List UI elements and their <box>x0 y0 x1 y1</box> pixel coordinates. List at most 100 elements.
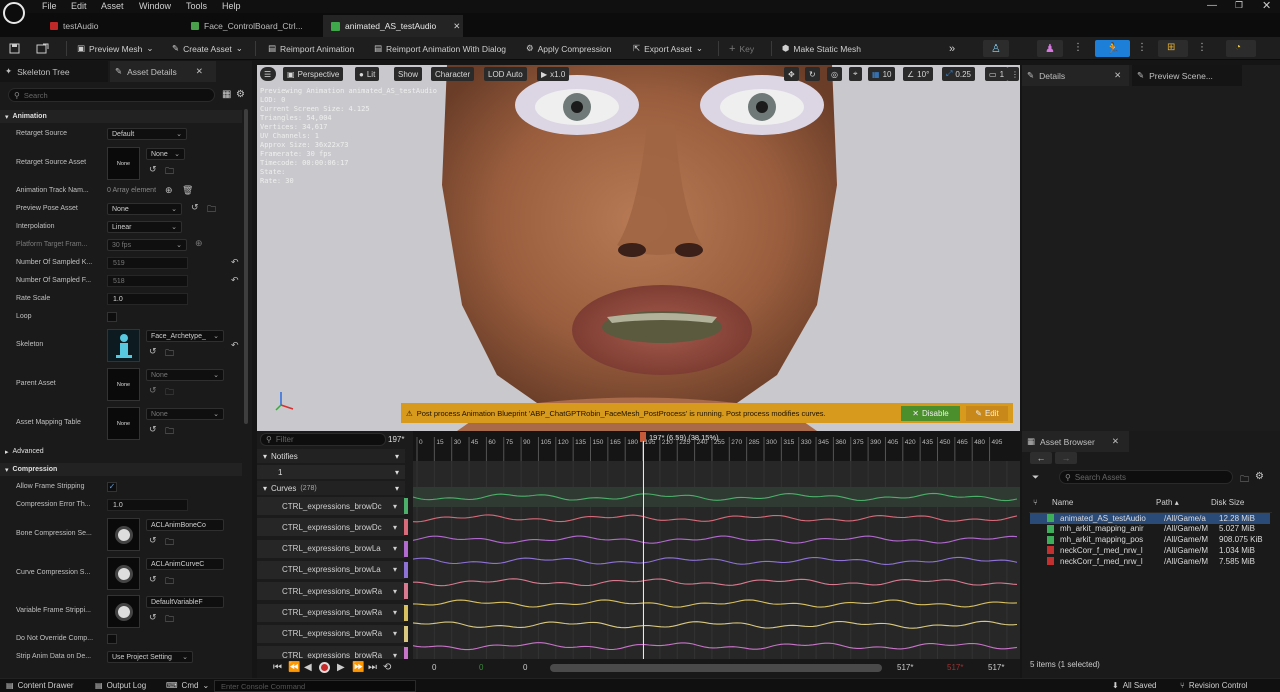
use-selected-icon[interactable]: ↺ <box>149 385 157 396</box>
browse-asset-icon[interactable] <box>36 41 49 56</box>
perspective-button[interactable]: ▣ Perspective <box>283 67 344 81</box>
character-button[interactable]: Character <box>431 67 475 81</box>
browse-icon[interactable]: 🗀 <box>165 612 174 628</box>
curve-track-row[interactable]: CTRL_expressions_browLa ▾ <box>257 560 405 579</box>
minimize-icon[interactable]: — <box>1207 0 1217 11</box>
parent-asset-dropdown[interactable]: None ⌄ <box>146 369 224 381</box>
asset-search-input[interactable]: ⚲ Search Assets <box>1059 470 1233 484</box>
export-asset-button[interactable]: ⇱ Export Asset ⌄ <box>633 41 703 56</box>
dropdown-arrow-icon[interactable]: ▾ <box>393 544 397 553</box>
unreal-logo-icon[interactable] <box>3 2 25 24</box>
content-drawer-button[interactable]: ▤ Content Drawer <box>6 681 74 690</box>
curve-track-row[interactable]: CTRL_expressions_browDc ▾ <box>257 497 405 515</box>
dropdown-arrow-icon[interactable]: ▾ <box>393 523 397 532</box>
use-selected-icon[interactable]: ↺ <box>149 574 157 585</box>
use-selected-icon[interactable]: ↺ <box>149 164 157 175</box>
save-icon[interactable] <box>9 41 20 56</box>
curve-track-row[interactable]: CTRL_expressions_browRa ▾ <box>257 582 405 601</box>
tab-asset-browser[interactable]: ▦ Asset Browser ✕ <box>1022 431 1129 452</box>
asset-row[interactable]: neckCorr_f_med_nrw_l/All/Game/M 7.585 MiB <box>1030 556 1270 567</box>
asset-row[interactable]: animated_AS_testAudio/All/Game/a 12.28 Mi… <box>1030 513 1270 524</box>
show-button[interactable]: Show <box>394 67 423 81</box>
column-name[interactable]: Name <box>1052 498 1073 507</box>
record-icon[interactable] <box>319 662 330 673</box>
skip-to-end-icon[interactable]: ⏭ <box>368 662 377 673</box>
console-input[interactable]: Enter Console Command <box>214 680 416 692</box>
browse-icon[interactable]: 🗀 <box>207 202 216 218</box>
variable-frame-dropdown[interactable]: DefaultVariableF <box>146 596 224 608</box>
close-tab-icon[interactable]: ✕ <box>1112 436 1119 447</box>
browse-icon[interactable]: 🗀 <box>165 535 174 551</box>
loop-checkbox[interactable] <box>107 312 117 322</box>
grid-view-icon[interactable]: ▦ <box>222 89 231 100</box>
tab-skeleton-tree[interactable]: ✦ Skeleton Tree <box>0 61 108 82</box>
curve-track-row[interactable]: CTRL_expressions_browRa ▾ <box>257 603 405 622</box>
browse-icon[interactable]: 🗀 <box>165 346 174 362</box>
section-compression[interactable]: ▾ Compression <box>0 463 242 476</box>
retarget-source-dropdown[interactable]: Default ⌄ <box>107 128 187 140</box>
delete-icon[interactable]: 🗑 <box>182 185 193 196</box>
play-reverse-icon[interactable]: ◀ <box>304 662 312 673</box>
step-forward-icon[interactable]: ⏩ <box>352 662 364 673</box>
rate-scale-field[interactable]: 1.0 <box>107 293 188 305</box>
dropdown-arrow-icon[interactable]: ▾ <box>393 629 397 638</box>
all-saved-button[interactable]: ⬇ All Saved <box>1112 681 1157 690</box>
use-selected-icon[interactable]: ↺ <box>149 535 157 546</box>
dropdown-arrow-icon[interactable]: ▾ <box>393 608 397 617</box>
move-mode-button[interactable]: ✥ <box>784 67 799 81</box>
edit-post-process-button[interactable]: ✎ Edit <box>966 406 1008 421</box>
curve-track-row[interactable]: CTRL_expressions_browDc ▾ <box>257 518 405 537</box>
timeline-filter-input[interactable]: ⚲ Filter <box>260 433 386 446</box>
close-tab-icon[interactable]: ✕ <box>1114 70 1121 81</box>
surface-snap-button[interactable]: ⌖ <box>849 67 862 81</box>
close-tab-icon[interactable]: ✕ <box>453 21 460 32</box>
angle-snap-button[interactable]: ∠ 10° <box>903 67 934 81</box>
menu-tools[interactable]: Tools <box>186 1 207 11</box>
curve-track-row[interactable]: CTRL_expressions_browLa ▾ <box>257 539 405 558</box>
browse-icon[interactable]: 🗀 <box>165 164 174 180</box>
skeleton-dropdown[interactable]: Face_Archetype_ ⌄ <box>146 330 224 342</box>
disable-post-process-button[interactable]: ✕ Disable <box>901 406 960 421</box>
add-element-icon[interactable]: ⊕ <box>165 185 173 196</box>
settings-icon[interactable]: ⚙ <box>1255 471 1264 482</box>
menu-file[interactable]: File <box>42 1 57 11</box>
settings-icon[interactable]: ⚙ <box>236 89 245 100</box>
world-space-button[interactable]: ◎ <box>827 67 842 81</box>
forward-arrow-icon[interactable]: → <box>1055 452 1077 464</box>
dropdown-arrow-icon[interactable]: ▾ <box>393 587 397 596</box>
use-selected-icon[interactable]: ↺ <box>191 202 199 213</box>
lod-button[interactable]: LOD Auto <box>484 67 527 81</box>
close-window-icon[interactable]: ✕ <box>1262 0 1271 12</box>
preview-pose-asset-dropdown[interactable]: None ⌄ <box>107 203 182 215</box>
blueprint-mode-button[interactable]: ⊞ <box>1158 40 1188 57</box>
allow-frame-stripping-checkbox[interactable]: ✓ <box>107 482 117 492</box>
working-range-end[interactable]: 517* <box>988 663 1004 672</box>
more-options-icon[interactable]: ⋮ <box>1137 42 1147 53</box>
filter-icon[interactable]: ⏷ <box>1032 472 1039 483</box>
play-icon[interactable]: ▶ <box>337 662 345 673</box>
more-options-icon[interactable]: ⋮ <box>1073 42 1083 53</box>
platform-target-frame-dropdown[interactable]: 30 fps ⌄ <box>107 239 187 251</box>
dropdown-arrow-icon[interactable]: ▾ <box>393 565 397 574</box>
revision-control-button[interactable]: ⑂ Revision Control <box>1180 681 1248 690</box>
skeleton-mode-button[interactable]: ♙ <box>983 40 1009 57</box>
tab-face-controlboard[interactable]: Face_ControlBoard_Ctrl... <box>183 15 318 37</box>
grid-snap-button[interactable]: ▦ 10 <box>868 67 896 81</box>
reset-to-default-icon[interactable]: ↶ <box>231 340 239 351</box>
column-path[interactable]: Path ▴ <box>1156 498 1179 507</box>
playback-range-end[interactable]: 517* <box>947 663 963 672</box>
current-frame-field[interactable]: 197* <box>388 435 404 444</box>
tab-asset-details[interactable]: ✎ Asset Details ✕ <box>110 61 216 82</box>
menu-asset[interactable]: Asset <box>101 1 124 11</box>
tab-test-audio[interactable]: testAudio <box>42 15 182 37</box>
tab-preview-scene[interactable]: ✎ Preview Scene... <box>1132 65 1242 86</box>
browse-icon[interactable]: 🗀 <box>165 385 174 401</box>
browse-icon[interactable]: 🗀 <box>165 424 174 440</box>
cmd-dropdown[interactable]: ⌨ Cmd ⌄ <box>166 681 209 690</box>
asset-row[interactable]: neckCorr_f_med_nrw_l/All/Game/M 1.034 MiB <box>1030 545 1270 556</box>
playback-range-start[interactable]: 0 <box>479 663 483 672</box>
output-log-button[interactable]: ▤ Output Log <box>95 681 146 690</box>
dropdown-arrow-icon[interactable]: ▾ <box>393 502 397 511</box>
reimport-animation-button[interactable]: ▤ Reimport Animation <box>268 41 354 56</box>
preview-mesh-button[interactable]: ▣ Preview Mesh ⌄ <box>77 41 154 56</box>
